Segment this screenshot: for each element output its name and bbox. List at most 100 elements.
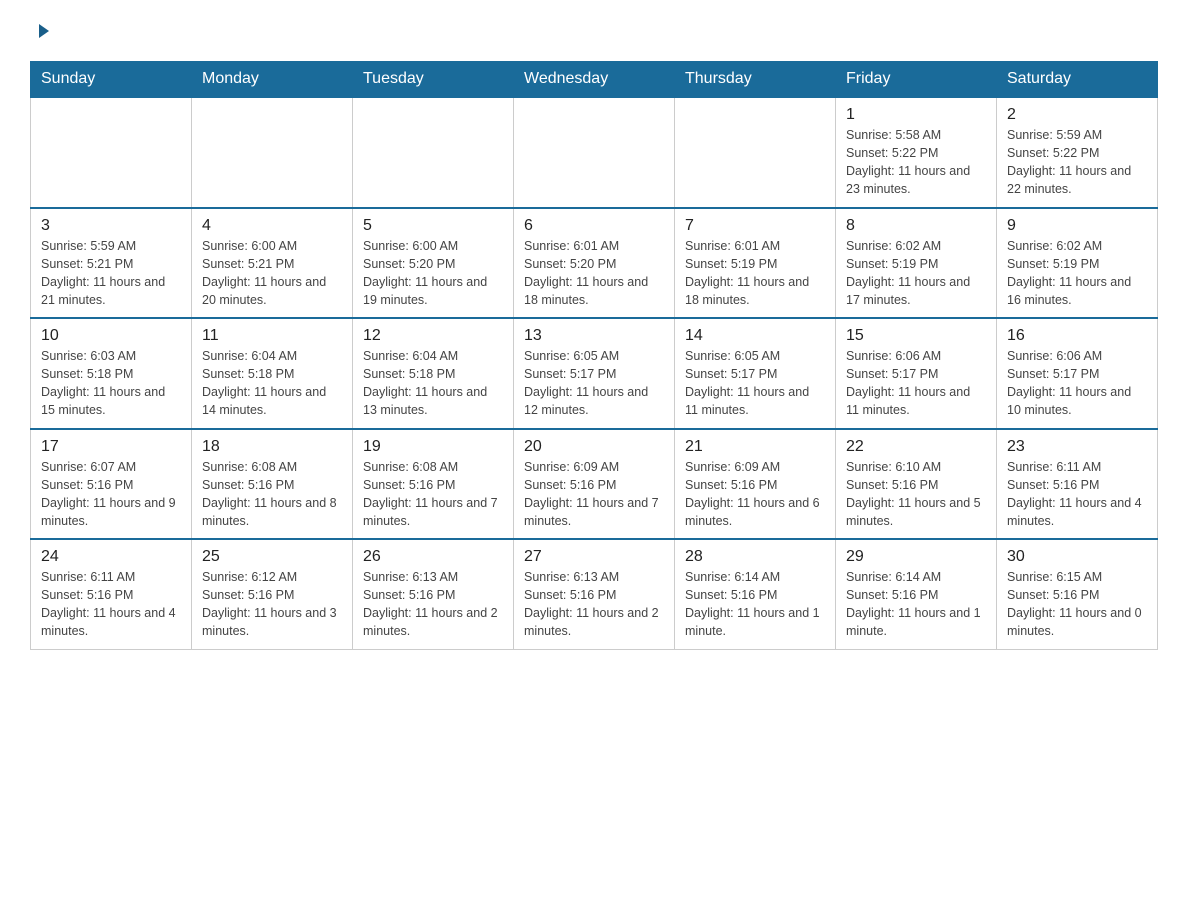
day-info: Sunrise: 6:04 AMSunset: 5:18 PMDaylight:…	[363, 347, 503, 420]
day-number: 17	[41, 438, 181, 456]
calendar-cell: 4 Sunrise: 6:00 AMSunset: 5:21 PMDaylight…	[192, 208, 353, 319]
calendar-cell: 11Sunrise: 6:04 AMSunset: 5:18 PMDayligh…	[192, 318, 353, 429]
day-info: Sunrise: 6:00 AMSunset: 5:20 PMDaylight:…	[363, 237, 503, 310]
calendar-table: SundayMondayTuesdayWednesdayThursdayFrid…	[30, 61, 1158, 650]
calendar-header-friday: Friday	[836, 62, 997, 98]
day-info: Sunrise: 5:58 AMSunset: 5:22 PMDaylight:…	[846, 126, 986, 199]
day-number: 12	[363, 327, 503, 345]
calendar-cell: 18 Sunrise: 6:08 AMSunset: 5:16 PMDayligh…	[192, 429, 353, 540]
day-info: Sunrise: 6:08 AMSunset: 5:16 PMDaylight:…	[202, 458, 342, 531]
day-number: 6	[524, 217, 664, 235]
day-info: Sunrise: 6:06 AMSunset: 5:17 PMDaylight:…	[1007, 347, 1147, 420]
day-info: Sunrise: 5:59 AMSunset: 5:21 PMDaylight:…	[41, 237, 181, 310]
calendar-cell: 15 Sunrise: 6:06 AMSunset: 5:17 PMDayligh…	[836, 318, 997, 429]
calendar-header-thursday: Thursday	[675, 62, 836, 98]
calendar-header-saturday: Saturday	[997, 62, 1158, 98]
day-number: 18	[202, 438, 342, 456]
day-info: Sunrise: 6:02 AMSunset: 5:19 PMDaylight:…	[1007, 237, 1147, 310]
calendar-cell: 24 Sunrise: 6:11 AMSunset: 5:16 PMDayligh…	[31, 539, 192, 649]
calendar-cell: 28 Sunrise: 6:14 AMSunset: 5:16 PMDayligh…	[675, 539, 836, 649]
day-number: 1	[846, 106, 986, 124]
day-info: Sunrise: 6:13 AMSunset: 5:16 PMDaylight:…	[363, 568, 503, 641]
day-number: 20	[524, 438, 664, 456]
day-info: Sunrise: 6:05 AMSunset: 5:17 PMDaylight:…	[685, 347, 825, 420]
calendar-cell: 27 Sunrise: 6:13 AMSunset: 5:16 PMDayligh…	[514, 539, 675, 649]
day-number: 4	[202, 217, 342, 235]
calendar-week-row: 3 Sunrise: 5:59 AMSunset: 5:21 PMDaylight…	[31, 208, 1158, 319]
calendar-cell: 29 Sunrise: 6:14 AMSunset: 5:16 PMDayligh…	[836, 539, 997, 649]
day-number: 27	[524, 548, 664, 566]
calendar-cell: 25 Sunrise: 6:12 AMSunset: 5:16 PMDayligh…	[192, 539, 353, 649]
logo-arrow-icon	[33, 22, 51, 45]
day-number: 16	[1007, 327, 1147, 345]
day-info: Sunrise: 6:15 AMSunset: 5:16 PMDaylight:…	[1007, 568, 1147, 641]
calendar-cell: 14 Sunrise: 6:05 AMSunset: 5:17 PMDayligh…	[675, 318, 836, 429]
day-info: Sunrise: 6:01 AMSunset: 5:20 PMDaylight:…	[524, 237, 664, 310]
day-info: Sunrise: 6:04 AMSunset: 5:18 PMDaylight:…	[202, 347, 342, 420]
calendar-cell: 17 Sunrise: 6:07 AMSunset: 5:16 PMDayligh…	[31, 429, 192, 540]
day-number: 14	[685, 327, 825, 345]
day-info: Sunrise: 6:09 AMSunset: 5:16 PMDaylight:…	[524, 458, 664, 531]
day-number: 29	[846, 548, 986, 566]
day-number: 25	[202, 548, 342, 566]
calendar-cell	[353, 97, 514, 208]
day-info: Sunrise: 6:14 AMSunset: 5:16 PMDaylight:…	[846, 568, 986, 641]
calendar-week-row: 10 Sunrise: 6:03 AMSunset: 5:18 PMDayligh…	[31, 318, 1158, 429]
day-info: Sunrise: 6:14 AMSunset: 5:16 PMDaylight:…	[685, 568, 825, 641]
day-info: Sunrise: 6:09 AMSunset: 5:16 PMDaylight:…	[685, 458, 825, 531]
day-info: Sunrise: 6:07 AMSunset: 5:16 PMDaylight:…	[41, 458, 181, 531]
calendar-header-monday: Monday	[192, 62, 353, 98]
day-info: Sunrise: 6:11 AMSunset: 5:16 PMDaylight:…	[41, 568, 181, 641]
day-number: 10	[41, 327, 181, 345]
calendar-cell: 8Sunrise: 6:02 AMSunset: 5:19 PMDaylight…	[836, 208, 997, 319]
day-number: 19	[363, 438, 503, 456]
calendar-cell: 20 Sunrise: 6:09 AMSunset: 5:16 PMDayligh…	[514, 429, 675, 540]
day-number: 30	[1007, 548, 1147, 566]
day-number: 8	[846, 217, 986, 235]
calendar-cell: 2 Sunrise: 5:59 AMSunset: 5:22 PMDaylight…	[997, 97, 1158, 208]
day-number: 9	[1007, 217, 1147, 235]
calendar-cell: 1 Sunrise: 5:58 AMSunset: 5:22 PMDaylight…	[836, 97, 997, 208]
calendar-cell: 5Sunrise: 6:00 AMSunset: 5:20 PMDaylight…	[353, 208, 514, 319]
calendar-week-row: 24 Sunrise: 6:11 AMSunset: 5:16 PMDayligh…	[31, 539, 1158, 649]
calendar-cell: 10 Sunrise: 6:03 AMSunset: 5:18 PMDayligh…	[31, 318, 192, 429]
calendar-cell	[192, 97, 353, 208]
calendar-cell: 19 Sunrise: 6:08 AMSunset: 5:16 PMDayligh…	[353, 429, 514, 540]
calendar-cell	[675, 97, 836, 208]
day-number: 2	[1007, 106, 1147, 124]
calendar-cell: 6 Sunrise: 6:01 AMSunset: 5:20 PMDaylight…	[514, 208, 675, 319]
day-info: Sunrise: 6:05 AMSunset: 5:17 PMDaylight:…	[524, 347, 664, 420]
logo	[30, 20, 51, 45]
calendar-cell: 3 Sunrise: 5:59 AMSunset: 5:21 PMDaylight…	[31, 208, 192, 319]
calendar-week-row: 1 Sunrise: 5:58 AMSunset: 5:22 PMDaylight…	[31, 97, 1158, 208]
day-number: 21	[685, 438, 825, 456]
calendar-cell: 22Sunrise: 6:10 AMSunset: 5:16 PMDayligh…	[836, 429, 997, 540]
calendar-cell: 7 Sunrise: 6:01 AMSunset: 5:19 PMDaylight…	[675, 208, 836, 319]
day-number: 7	[685, 217, 825, 235]
day-info: Sunrise: 6:12 AMSunset: 5:16 PMDaylight:…	[202, 568, 342, 641]
day-info: Sunrise: 5:59 AMSunset: 5:22 PMDaylight:…	[1007, 126, 1147, 199]
day-number: 13	[524, 327, 664, 345]
day-number: 3	[41, 217, 181, 235]
day-info: Sunrise: 6:03 AMSunset: 5:18 PMDaylight:…	[41, 347, 181, 420]
day-number: 22	[846, 438, 986, 456]
day-info: Sunrise: 6:00 AMSunset: 5:21 PMDaylight:…	[202, 237, 342, 310]
day-number: 26	[363, 548, 503, 566]
calendar-cell: 16 Sunrise: 6:06 AMSunset: 5:17 PMDayligh…	[997, 318, 1158, 429]
page-header	[30, 20, 1158, 45]
day-number: 23	[1007, 438, 1147, 456]
day-info: Sunrise: 6:11 AMSunset: 5:16 PMDaylight:…	[1007, 458, 1147, 531]
day-number: 24	[41, 548, 181, 566]
calendar-week-row: 17 Sunrise: 6:07 AMSunset: 5:16 PMDayligh…	[31, 429, 1158, 540]
calendar-header-tuesday: Tuesday	[353, 62, 514, 98]
day-number: 15	[846, 327, 986, 345]
day-info: Sunrise: 6:08 AMSunset: 5:16 PMDaylight:…	[363, 458, 503, 531]
day-info: Sunrise: 6:13 AMSunset: 5:16 PMDaylight:…	[524, 568, 664, 641]
calendar-cell: 12 Sunrise: 6:04 AMSunset: 5:18 PMDayligh…	[353, 318, 514, 429]
calendar-cell: 26 Sunrise: 6:13 AMSunset: 5:16 PMDayligh…	[353, 539, 514, 649]
day-number: 28	[685, 548, 825, 566]
day-info: Sunrise: 6:01 AMSunset: 5:19 PMDaylight:…	[685, 237, 825, 310]
day-info: Sunrise: 6:06 AMSunset: 5:17 PMDaylight:…	[846, 347, 986, 420]
calendar-cell	[514, 97, 675, 208]
calendar-cell: 30 Sunrise: 6:15 AMSunset: 5:16 PMDayligh…	[997, 539, 1158, 649]
